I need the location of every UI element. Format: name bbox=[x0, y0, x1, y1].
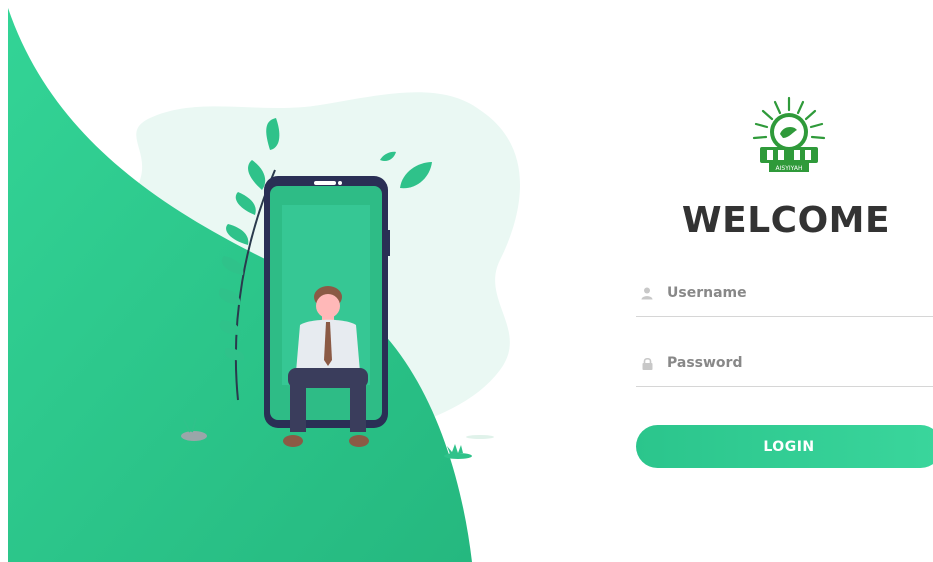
login-page: AISYIYAH WELCOME LOGIN bbox=[0, 0, 933, 562]
logo-text: AISYIYAH bbox=[776, 165, 803, 172]
grass-icon bbox=[444, 444, 472, 459]
page-title: WELCOME bbox=[681, 200, 891, 241]
login-button[interactable]: LOGIN bbox=[636, 425, 933, 468]
password-field bbox=[636, 340, 933, 387]
login-illustration bbox=[8, 8, 520, 562]
lock-icon bbox=[640, 355, 654, 371]
username-field bbox=[636, 270, 933, 317]
login-form: AISYIYAH WELCOME LOGIN bbox=[600, 0, 933, 562]
rock-icon bbox=[181, 431, 207, 441]
password-input[interactable] bbox=[667, 355, 917, 371]
shadow-shape bbox=[466, 435, 494, 439]
user-icon bbox=[640, 285, 654, 301]
username-input[interactable] bbox=[667, 285, 917, 301]
aisyiyah-logo-icon: AISYIYAH bbox=[752, 96, 826, 172]
